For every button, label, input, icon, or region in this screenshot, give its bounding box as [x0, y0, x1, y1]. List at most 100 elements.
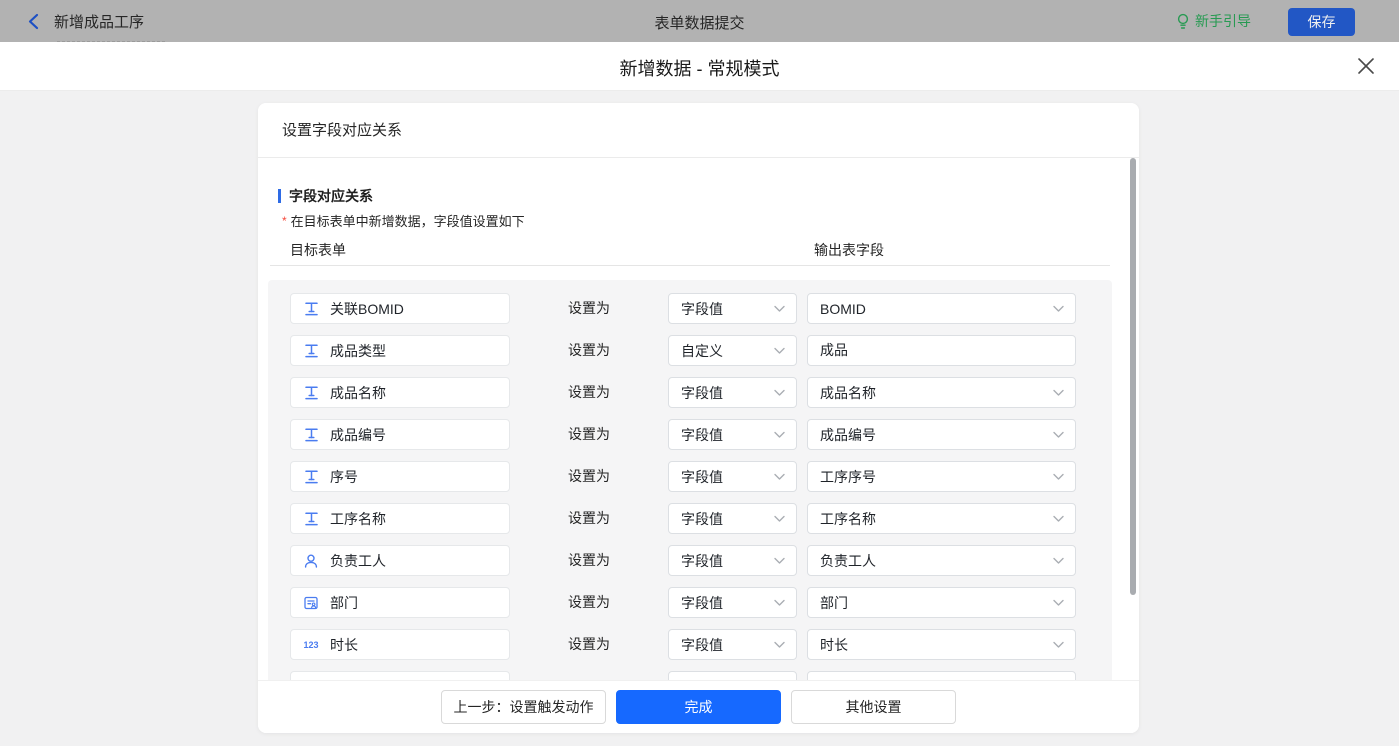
target-field-label: 工序名称 — [330, 510, 386, 527]
screen: 新增成品工序 表单数据提交 新手引导 保存 新增数据 - 常规模式 设置字段对应… — [0, 0, 1399, 746]
value-mode-value: 自定义 — [681, 342, 723, 359]
section-title-label: 字段对应关系 — [289, 188, 373, 204]
output-field-select[interactable]: 工序名称 — [807, 503, 1076, 534]
beginner-guide-link[interactable]: 新手引导 — [1176, 11, 1251, 31]
other-settings-button[interactable]: 其他设置 — [791, 690, 956, 724]
output-field-value: 成品名称 — [820, 384, 876, 401]
field-mapping-card: 设置字段对应关系 字段对应关系 * 在目标表单中新增数据，字段值设置如下 目标表单… — [258, 103, 1139, 733]
value-mode-select[interactable]: 字段值 — [668, 419, 797, 450]
value-mode-select[interactable]: 字段值 — [668, 545, 797, 576]
output-field-select[interactable]: 工序序号 — [807, 461, 1076, 492]
value-mode-select[interactable]: 字段值 — [668, 461, 797, 492]
output-field-value: 部门 — [820, 594, 848, 611]
target-field-box: 部门 — [290, 587, 510, 618]
target-field-box: 工序名称 — [290, 503, 510, 534]
target-field-box — [290, 671, 510, 680]
column-header-target-form: 目标表单 — [290, 242, 346, 258]
set-as-label: 设置为 — [568, 300, 610, 316]
field-mapping-row: 成品编号 设置为 字段值 成品编号 — [268, 419, 1112, 450]
target-field-label: 成品类型 — [330, 342, 386, 359]
lightbulb-icon — [1177, 13, 1189, 29]
output-field-value: BOMID — [820, 300, 866, 317]
value-mode-value: 字段值 — [681, 552, 723, 569]
output-field-value: 时长 — [820, 636, 848, 653]
target-field-label: 负责工人 — [330, 552, 386, 569]
required-asterisk: * — [282, 214, 287, 228]
chevron-down-icon — [1053, 431, 1064, 438]
output-field-value: 成品编号 — [820, 426, 876, 443]
output-field-select[interactable]: 负责工人 — [807, 545, 1076, 576]
value-mode-select[interactable]: 字段值 — [668, 587, 797, 618]
note-text: 在目标表单中新增数据，字段值设置如下 — [290, 214, 525, 229]
editable-title-underline — [57, 41, 165, 42]
output-field-select[interactable]: 部门 — [807, 587, 1076, 618]
card-header-title: 设置字段对应关系 — [258, 103, 1139, 158]
chevron-down-icon — [1053, 473, 1064, 480]
text-field-icon — [303, 343, 319, 359]
column-header-output-field: 输出表字段 — [814, 242, 884, 258]
text-field-icon — [303, 301, 319, 317]
value-mode-value: 字段值 — [681, 426, 723, 443]
field-mapping-row: 成品名称 设置为 字段值 成品名称 — [268, 377, 1112, 408]
field-mapping-list: 关联BOMID 设置为 字段值 BOMID 成品类型 设置为 自定义 成品 成品名称 设置为 字段值… — [268, 280, 1112, 680]
chevron-down-icon — [774, 473, 785, 480]
done-button[interactable]: 完成 — [616, 690, 781, 724]
close-icon[interactable] — [1356, 56, 1376, 76]
modal-header: 新增数据 - 常规模式 — [0, 42, 1399, 91]
card-footer: 上一步：设置触发动作 完成 其他设置 — [258, 680, 1139, 733]
chevron-down-icon — [774, 347, 785, 354]
field-mapping-row-partial — [268, 671, 1112, 680]
target-field-label: 成品名称 — [330, 384, 386, 401]
chevron-down-icon — [1053, 515, 1064, 522]
value-mode-select[interactable]: 字段值 — [668, 293, 797, 324]
output-field-select[interactable]: 成品编号 — [807, 419, 1076, 450]
output-field-value: 工序序号 — [820, 468, 876, 485]
value-mode-select[interactable]: 字段值 — [668, 377, 797, 408]
set-as-label: 设置为 — [568, 552, 610, 568]
field-mapping-row: 123 时长 设置为 字段值 时长 — [268, 629, 1112, 660]
value-mode-select[interactable]: 字段值 — [668, 629, 797, 660]
set-as-label: 设置为 — [568, 384, 610, 400]
value-mode-value: 字段值 — [681, 510, 723, 527]
chevron-down-icon — [774, 515, 785, 522]
field-mapping-row: 序号 设置为 字段值 工序序号 — [268, 461, 1112, 492]
chevron-down-icon — [1053, 305, 1064, 312]
guide-label: 新手引导 — [1195, 13, 1251, 29]
text-field-icon — [303, 427, 319, 443]
target-field-box: 成品类型 — [290, 335, 510, 366]
target-field-box: 序号 — [290, 461, 510, 492]
scrollbar-thumb[interactable] — [1130, 158, 1136, 595]
value-mode-value: 字段值 — [681, 594, 723, 611]
user-field-icon — [303, 553, 319, 569]
set-as-label: 设置为 — [568, 510, 610, 526]
save-button[interactable]: 保存 — [1288, 8, 1355, 36]
text-field-icon — [303, 469, 319, 485]
chevron-down-icon — [1053, 557, 1064, 564]
chevron-down-icon — [774, 641, 785, 648]
value-mode-select[interactable]: 自定义 — [668, 335, 797, 366]
chevron-down-icon — [774, 431, 785, 438]
set-as-label: 设置为 — [568, 468, 610, 484]
output-field-select[interactable]: BOMID — [807, 293, 1076, 324]
chevron-down-icon — [774, 305, 785, 312]
value-mode-select[interactable] — [668, 671, 797, 680]
output-field-select[interactable] — [807, 671, 1076, 680]
set-as-label: 设置为 — [568, 636, 610, 652]
chevron-down-icon — [774, 599, 785, 606]
value-mode-select[interactable]: 字段值 — [668, 503, 797, 534]
output-field-select[interactable]: 时长 — [807, 629, 1076, 660]
output-field-value: 负责工人 — [820, 552, 876, 569]
section-title: 字段对应关系 — [278, 186, 373, 206]
custom-value-input[interactable]: 成品 — [807, 335, 1076, 366]
target-field-box: 成品编号 — [290, 419, 510, 450]
chevron-down-icon — [1053, 389, 1064, 396]
set-as-label: 设置为 — [568, 426, 610, 442]
target-field-box: 成品名称 — [290, 377, 510, 408]
previous-step-button[interactable]: 上一步：设置触发动作 — [441, 690, 606, 724]
field-mapping-row: 负责工人 设置为 字段值 负责工人 — [268, 545, 1112, 576]
chevron-down-icon — [1053, 599, 1064, 606]
required-note: * 在目标表单中新增数据，字段值设置如下 — [282, 211, 525, 230]
field-mapping-row: 关联BOMID 设置为 字段值 BOMID — [268, 293, 1112, 324]
department-field-icon — [303, 595, 319, 611]
output-field-select[interactable]: 成品名称 — [807, 377, 1076, 408]
